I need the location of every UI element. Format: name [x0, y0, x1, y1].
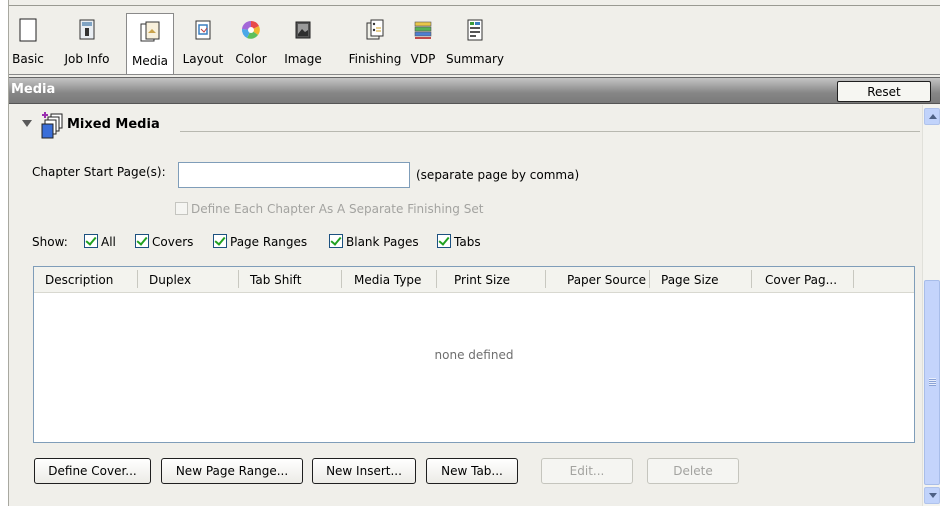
panel-title: Media	[11, 82, 56, 97]
tab-label: Color	[235, 52, 267, 66]
tab-vdp[interactable]: VDP	[405, 10, 441, 74]
tab-layout[interactable]: Layout	[177, 10, 229, 74]
column-header-duplex[interactable]: Duplex	[138, 267, 239, 292]
media-content: Mixed Media Chapter Start Page(s): (sepa…	[9, 105, 922, 506]
color-wheel-icon	[240, 18, 262, 42]
basic-page-icon	[17, 18, 39, 42]
tab-image[interactable]: Image	[279, 10, 327, 74]
scrollbar-thumb[interactable]	[924, 280, 940, 485]
column-header-page-size[interactable]: Page Size	[650, 267, 752, 292]
tab-label: Layout	[182, 52, 224, 66]
column-header-cover-page[interactable]: Cover Pag...	[752, 267, 854, 292]
show-label: Show:	[32, 235, 68, 249]
vertical-scrollbar[interactable]	[922, 105, 940, 506]
mixed-media-icon	[38, 111, 66, 141]
section-title: Mixed Media	[67, 117, 160, 132]
tab-finishing[interactable]: Finishing	[347, 10, 403, 74]
image-icon	[292, 18, 314, 42]
finishing-icon	[364, 18, 386, 42]
tab-media[interactable]: Media	[126, 13, 174, 75]
section-divider	[180, 131, 920, 132]
tab-label: VDP	[410, 52, 436, 66]
vdp-icon	[412, 18, 434, 42]
checkbox-label: Page Ranges	[230, 235, 308, 249]
tab-label: Media	[131, 54, 169, 68]
scroll-up-arrow-icon[interactable]	[924, 108, 940, 125]
chapter-start-input[interactable]	[178, 162, 410, 188]
finishing-set-checkbox	[175, 202, 188, 215]
checkbox-label: Covers	[152, 235, 194, 249]
tab-label: Finishing	[348, 52, 402, 66]
layout-icon	[192, 18, 214, 42]
panel-header: Media Reset	[9, 77, 940, 104]
tab-job-info[interactable]: Job Info	[48, 10, 126, 74]
mixed-media-table[interactable]: Description Duplex Tab Shift Media Type …	[33, 266, 915, 443]
empty-table-message: none defined	[434, 348, 514, 362]
tab-label: Summary	[446, 52, 504, 66]
checkbox-checked-icon	[329, 234, 343, 248]
checkbox-checked-icon	[135, 234, 149, 248]
grip-icon	[929, 378, 936, 386]
chapter-start-label: Chapter Start Page(s):	[32, 165, 166, 179]
checkbox-checked-icon	[213, 234, 227, 248]
collapse-triangle-icon[interactable]	[22, 120, 32, 127]
tab-label: Job Info	[64, 52, 110, 66]
media-icon	[139, 20, 161, 44]
checkbox-checked-icon	[84, 234, 98, 248]
tab-label: Basic	[12, 52, 44, 66]
category-toolbar: Basic Job Info Media Layout Color Image …	[9, 5, 940, 75]
column-header-print-size[interactable]: Print Size	[437, 267, 546, 292]
job-properties-panel: Basic Job Info Media Layout Color Image …	[8, 0, 940, 506]
column-header-media-type[interactable]: Media Type	[342, 267, 437, 292]
tab-basic[interactable]: Basic	[9, 10, 47, 74]
job-info-icon	[76, 18, 98, 42]
new-page-range-button[interactable]: New Page Range...	[161, 458, 303, 484]
summary-icon	[464, 18, 486, 42]
scroll-down-arrow-icon[interactable]	[924, 487, 940, 504]
delete-button: Delete	[647, 458, 739, 484]
tab-summary[interactable]: Summary	[443, 10, 507, 74]
table-header: Description Duplex Tab Shift Media Type …	[34, 267, 914, 293]
checkbox-checked-icon	[437, 234, 451, 248]
reset-button[interactable]: Reset	[837, 81, 931, 102]
define-cover-button[interactable]: Define Cover...	[34, 458, 151, 484]
tab-color[interactable]: Color	[231, 10, 271, 74]
new-insert-button[interactable]: New Insert...	[312, 458, 416, 484]
column-header-paper-source[interactable]: Paper Source	[546, 267, 650, 292]
finishing-set-label: Define Each Chapter As A Separate Finish…	[191, 202, 484, 216]
edit-button: Edit...	[541, 458, 633, 484]
column-header-tab-shift[interactable]: Tab Shift	[239, 267, 342, 292]
column-header-description[interactable]: Description	[34, 267, 138, 292]
toolbar-divider	[9, 74, 940, 75]
checkbox-label: Tabs	[454, 235, 481, 249]
new-tab-button[interactable]: New Tab...	[426, 458, 518, 484]
checkbox-label: Blank Pages	[346, 235, 419, 249]
tab-label: Image	[284, 52, 322, 66]
chapter-start-hint: (separate page by comma)	[416, 168, 580, 182]
checkbox-label: All	[101, 235, 116, 249]
